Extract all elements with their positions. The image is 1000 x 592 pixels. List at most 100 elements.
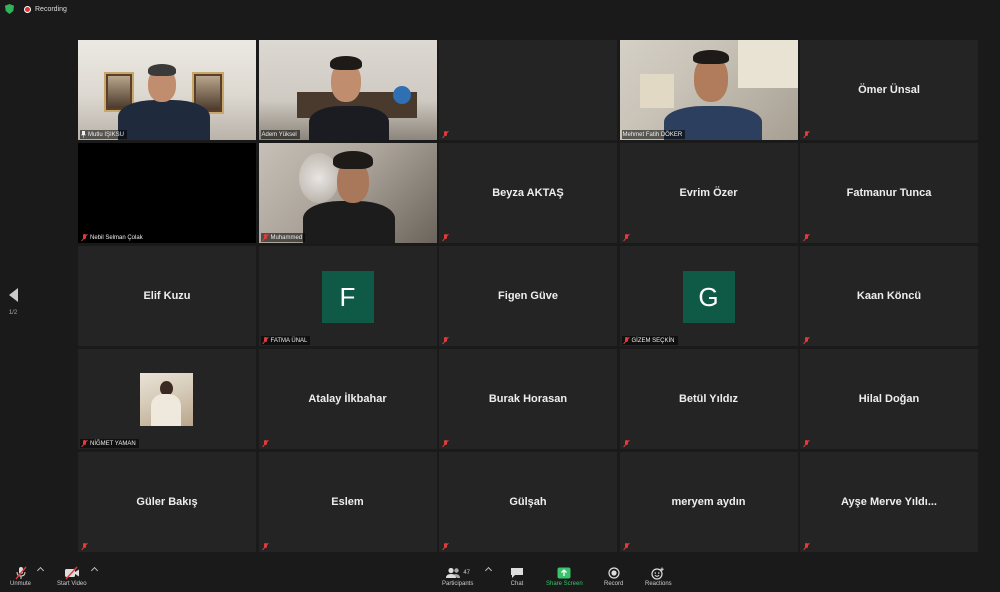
video-options-caret[interactable] (90, 566, 99, 575)
mic-muted-icon (803, 131, 810, 138)
participant-tile[interactable]: Güler Bakış (78, 452, 256, 552)
participants-icon: 47 (445, 566, 470, 580)
reactions-button[interactable]: Reactions (645, 566, 672, 587)
participant-name-label: NİĞMET YAMAN (80, 439, 139, 448)
chat-icon (510, 566, 524, 580)
participant-tile[interactable] (439, 40, 617, 140)
participant-tile-active-speaker[interactable]: Mutlu IŞIKSU (78, 40, 256, 140)
participant-name: Evrim Özer (679, 187, 738, 199)
participant-tile[interactable]: Betül Yıldız (619, 349, 798, 449)
mic-muted-icon (442, 131, 449, 138)
participant-tile[interactable]: meryem aydın (619, 452, 798, 552)
share-screen-icon (557, 566, 571, 580)
mic-muted-icon (81, 543, 88, 550)
participant-name-label: Adem Yüksel (260, 130, 300, 139)
participant-video (619, 40, 798, 140)
recording-label: Recording (35, 5, 67, 13)
unmute-button[interactable]: Unmute (10, 566, 31, 587)
participant-name-label: GİZEM SEÇKİN (621, 336, 678, 345)
participant-tile[interactable]: Elif Kuzu (78, 246, 256, 346)
participant-name-label: FATMA ÜNAL (260, 336, 311, 345)
participant-tile[interactable]: Adem Yüksel (258, 40, 437, 140)
participant-name: Ömer Ünsal (858, 84, 920, 96)
participant-tile[interactable]: Mehmet Fatih DÖKER (619, 40, 798, 140)
share-screen-button[interactable]: Share Screen (546, 566, 583, 587)
mic-muted-icon (262, 543, 269, 550)
participant-tile[interactable]: G GİZEM SEÇKİN (619, 246, 798, 346)
reactions-icon (651, 566, 665, 580)
mic-muted-icon (442, 337, 449, 344)
participant-tile[interactable]: Eslem (258, 452, 437, 552)
participant-name-label: Nebil Selman Çolak (80, 233, 146, 242)
participant-tile[interactable]: Kaan Köncü (800, 246, 978, 346)
mic-muted-icon (623, 440, 630, 447)
participant-tile[interactable]: Hilal Doğan (800, 349, 978, 449)
participant-name-label: Muhammed (260, 233, 306, 242)
participant-tile[interactable]: Fatmanur Tunca (800, 143, 978, 243)
record-button[interactable]: Record (604, 566, 623, 587)
chat-button[interactable]: Chat (510, 566, 524, 587)
participant-tile[interactable]: Beyza AKTAŞ (439, 143, 617, 243)
mic-muted-icon (623, 337, 630, 344)
participants-options-caret[interactable] (484, 566, 493, 575)
mic-muted-icon (262, 440, 269, 447)
record-icon (608, 566, 620, 580)
participant-tile[interactable]: Evrim Özer (619, 143, 798, 243)
video-off-icon (64, 566, 80, 580)
participant-tile[interactable]: F FATMA ÜNAL (258, 246, 437, 346)
mic-muted-icon (803, 543, 810, 550)
participant-tile[interactable]: Atalay İlkbahar (258, 349, 437, 449)
participant-name: Güler Bakış (136, 496, 198, 508)
participant-tile[interactable]: Ayşe Merve Yıldı... (800, 452, 978, 552)
previous-page-button[interactable]: 1/2 (4, 287, 22, 321)
mic-muted-icon (442, 440, 449, 447)
participant-tile[interactable]: Figen Güve (439, 246, 617, 346)
participant-name: Hilal Doğan (858, 393, 920, 405)
participant-name: Eslem (331, 496, 364, 508)
avatar (140, 373, 193, 426)
microphone-off-icon (14, 566, 28, 580)
participant-tile[interactable]: Nebil Selman Çolak (78, 143, 256, 243)
mic-muted-icon (803, 337, 810, 344)
participant-name: Betül Yıldız (678, 393, 739, 405)
page-indicator: 1/2 (8, 310, 18, 316)
participant-tile[interactable]: Gülşah (439, 452, 617, 552)
gallery-view: Mutlu IŞIKSU Adem Yüksel Mehmet Fatih DÖ… (78, 40, 978, 552)
participant-tile[interactable]: Burak Horasan (439, 349, 617, 449)
participant-name: meryem aydın (671, 496, 746, 508)
avatar: G (682, 271, 735, 323)
audio-options-caret[interactable] (36, 566, 45, 575)
participant-tile[interactable]: NİĞMET YAMAN (78, 349, 256, 449)
start-video-button[interactable]: Start Video (57, 566, 87, 587)
participant-name: Figen Güve (498, 290, 558, 302)
participant-name: Burak Horasan (488, 393, 568, 405)
mic-muted-icon (81, 234, 88, 241)
mic-muted-icon (803, 440, 810, 447)
participant-name-label: Mehmet Fatih DÖKER (621, 130, 686, 139)
chevron-left-icon (8, 288, 18, 302)
mic-muted-icon (623, 234, 630, 241)
participant-name: Elif Kuzu (143, 290, 191, 302)
participant-video (258, 40, 437, 140)
participant-tile[interactable]: Muhammed (258, 143, 437, 243)
participant-name: Beyza AKTAŞ (492, 187, 564, 199)
participants-count: 47 (463, 570, 471, 576)
participant-video (78, 40, 256, 140)
avatar: F (321, 271, 374, 323)
pin-icon (81, 131, 86, 138)
mic-muted-icon (623, 543, 630, 550)
recording-indicator[interactable]: Recording (24, 5, 67, 13)
shield-icon[interactable] (5, 4, 14, 14)
recording-icon (24, 5, 31, 13)
meeting-toolbar: Unmute Start Video 47 Participants Chat … (0, 562, 1000, 592)
mic-muted-icon (442, 234, 449, 241)
participant-name-label: Mutlu IŞIKSU (80, 130, 128, 139)
participants-button[interactable]: 47 Participants (442, 566, 473, 587)
meeting-topbar: Recording (0, 0, 1000, 18)
mic-muted-icon (442, 543, 449, 550)
participant-name: Fatmanur Tunca (846, 187, 932, 199)
mic-muted-icon (262, 234, 269, 241)
participant-video (258, 143, 437, 243)
mic-muted-icon (803, 234, 810, 241)
participant-tile[interactable]: Ömer Ünsal (800, 40, 978, 140)
